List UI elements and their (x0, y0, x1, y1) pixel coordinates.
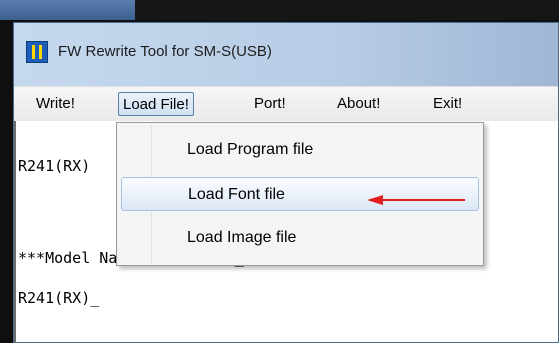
menu-exit[interactable]: Exit! (429, 92, 466, 116)
console-left-border (14, 121, 16, 342)
background-window-dark (135, 0, 559, 20)
background-window-strip (0, 0, 135, 20)
arrow-head (367, 195, 383, 205)
menu-port[interactable]: Port! (250, 92, 290, 116)
menu-item-load-image-file[interactable]: Load Image file (121, 221, 479, 255)
app-icon-bar-2 (39, 45, 42, 59)
menu-item-load-font-file[interactable]: Load Font file (121, 177, 479, 211)
title-bar: FW Rewrite Tool for SM-S(USB) (14, 23, 558, 86)
menu-item-load-program-file[interactable]: Load Program file (121, 133, 479, 167)
menu-load-file[interactable]: Load File! (118, 92, 194, 116)
console-line-3: R241(RX)_ (18, 289, 100, 307)
load-file-dropdown: Load Program file Load Font file Load Im… (116, 122, 484, 266)
menu-write[interactable]: Write! (32, 92, 79, 116)
app-icon-bar-1 (32, 45, 35, 59)
window-title: FW Rewrite Tool for SM-S(USB) (58, 43, 272, 60)
menu-bar: Write! Load File! Port! About! Exit! (14, 86, 558, 122)
console-line-1: R241(RX) (18, 157, 91, 175)
red-arrow-annotation (367, 195, 465, 205)
app-icon (26, 41, 48, 63)
menu-about[interactable]: About! (333, 92, 384, 116)
